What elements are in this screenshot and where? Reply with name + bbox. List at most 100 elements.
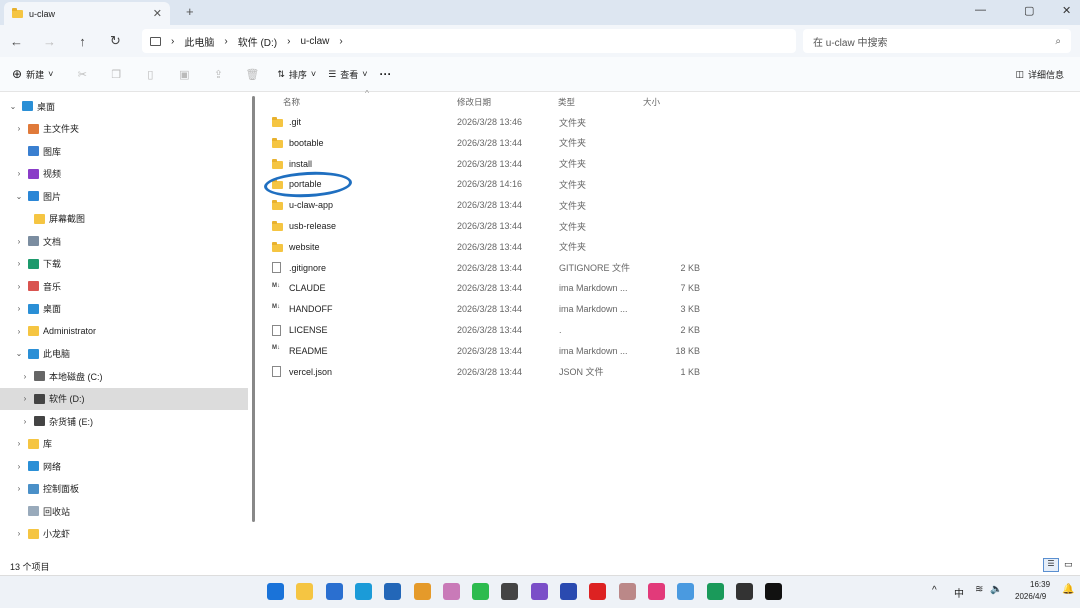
chevron-icon[interactable]: ›	[14, 282, 24, 291]
copy-icon[interactable]: ❐	[99, 68, 133, 81]
file-row[interactable]: bootable 2026/3/28 13:44 文件夹	[272, 133, 702, 153]
delete-icon[interactable]: 🗑	[235, 68, 269, 81]
taskbar-wechat-icon[interactable]	[472, 583, 490, 600]
chevron-icon[interactable]: ›	[14, 304, 24, 313]
taskbar-store-icon[interactable]	[384, 583, 402, 600]
up-button[interactable]: ↑	[66, 34, 99, 49]
chevron-icon[interactable]: ›	[14, 484, 24, 493]
sidebar-item[interactable]: › Administrator	[0, 320, 248, 342]
file-row[interactable]: M↓ HANDOFF 2026/3/28 13:44 ima Markdown ...…	[272, 299, 702, 319]
details-view-icon[interactable]: ☰	[1043, 558, 1059, 572]
file-row[interactable]: LICENSE 2026/3/28 13:44. 2 KB	[272, 320, 702, 340]
search-input[interactable]: 在 u-claw 中搜索 ⌕	[803, 29, 1071, 53]
sidebar-item[interactable]: › 音乐	[0, 275, 248, 297]
file-row[interactable]: u-claw-app 2026/3/28 13:44 文件夹	[272, 195, 702, 215]
taskbar-record-icon[interactable]	[589, 583, 607, 600]
chevron-icon[interactable]: ›	[14, 169, 24, 178]
breadcrumb-item[interactable]: 软件 (D:)	[238, 34, 277, 49]
sidebar-item[interactable]: › 桌面	[0, 298, 248, 320]
chevron-icon[interactable]: ›	[20, 417, 30, 426]
sidebar-item[interactable]: 图库	[0, 140, 248, 162]
breadcrumb-item[interactable]: u-claw	[300, 36, 329, 47]
chevron-icon[interactable]: ⌄	[8, 102, 18, 111]
chevron-icon[interactable]: ⌄	[14, 192, 24, 201]
file-row[interactable]: .git 2026/3/28 13:46 文件夹	[272, 112, 702, 132]
tab-u-claw[interactable]: u-claw ✕	[4, 2, 170, 25]
more-button[interactable]: ···	[380, 67, 392, 81]
forward-button[interactable]: →	[33, 34, 66, 49]
chevron-icon[interactable]: ⌄	[14, 349, 24, 358]
sidebar-scrollbar[interactable]	[252, 96, 255, 522]
column-type[interactable]: 类型	[558, 96, 575, 108]
chevron-icon[interactable]: ›	[14, 439, 24, 448]
sidebar-item[interactable]: › 库	[0, 433, 248, 455]
taskbar-edge-icon[interactable]	[354, 583, 372, 600]
chevron-icon[interactable]: ›	[14, 259, 24, 268]
chevron-icon[interactable]: ›	[14, 462, 24, 471]
column-date[interactable]: 修改日期	[457, 96, 491, 108]
sidebar-item[interactable]: › 控制面板	[0, 478, 248, 500]
sidebar-item[interactable]: › 网络	[0, 455, 248, 477]
taskbar-capcut-icon[interactable]	[765, 583, 783, 600]
view-button[interactable]: ☰ 查看 ˅	[328, 68, 367, 81]
taskbar-outlook-icon[interactable]	[325, 583, 343, 600]
chevron-icon[interactable]: ›	[14, 529, 24, 538]
sidebar-item[interactable]: 回收站	[0, 500, 248, 522]
rename-icon[interactable]: ▣	[167, 68, 201, 81]
file-row[interactable]: vercel.json 2026/3/28 13:44 JSON 文件 1 KB	[272, 362, 702, 382]
tiles-view-icon[interactable]: ▭	[1064, 559, 1073, 570]
clock-date[interactable]: 2026/4/9	[1015, 592, 1046, 601]
taskbar-avatar-app-icon[interactable]	[618, 583, 636, 600]
file-row[interactable]: usb-release 2026/3/28 13:44 文件夹	[272, 216, 702, 236]
sidebar-item[interactable]: › 杂货铺 (E:)	[0, 410, 248, 432]
chevron-icon[interactable]: ›	[14, 124, 24, 133]
sidebar-item[interactable]: › 文档	[0, 230, 248, 252]
share-icon[interactable]: ⇪	[201, 68, 235, 81]
column-name[interactable]: 名称	[283, 96, 300, 108]
close-tab-icon[interactable]: ✕	[153, 7, 162, 20]
address-bar[interactable]: › 此电脑 › 软件 (D:) › u-claw ›	[142, 29, 796, 53]
back-button[interactable]: ←	[0, 34, 33, 49]
sidebar-item[interactable]: ⌄ 此电脑	[0, 343, 248, 365]
chevron-icon[interactable]: ›	[14, 237, 24, 246]
chevron-icon[interactable]: ›	[20, 394, 30, 403]
sidebar-item[interactable]: › 下载	[0, 253, 248, 275]
show-hidden-icons[interactable]: ^	[932, 585, 937, 596]
taskbar-snipping-icon[interactable]	[442, 583, 460, 600]
sidebar-item[interactable]: › 主文件夹	[0, 118, 248, 140]
taskbar-photoshop-icon[interactable]	[560, 583, 577, 600]
clock-time[interactable]: 16:39	[1030, 580, 1050, 589]
paste-icon[interactable]: ▯	[133, 68, 167, 81]
details-button[interactable]: ◫ 详细信息	[1015, 68, 1064, 81]
file-row[interactable]: M↓ README 2026/3/28 13:44 ima Markdown ... 1…	[272, 341, 702, 361]
file-row[interactable]: M↓ CLAUDE 2026/3/28 13:44 ima Markdown ... 7…	[272, 278, 702, 298]
sort-button[interactable]: ⇅ 排序 ˅	[277, 68, 316, 81]
taskbar-wps-sheet-icon[interactable]	[706, 583, 724, 600]
volume-icon[interactable]: 🔈	[990, 584, 1002, 595]
sidebar-item[interactable]: › 小龙虾	[0, 523, 248, 545]
sidebar-item[interactable]: › 视频	[0, 163, 248, 185]
notification-icon[interactable]: 🔔	[1062, 584, 1074, 595]
new-tab-button[interactable]: +	[186, 4, 194, 19]
taskbar-baidu-pan-icon[interactable]	[677, 583, 695, 600]
taskbar-file-explorer-icon[interactable]	[296, 583, 314, 600]
chevron-icon[interactable]: ›	[20, 372, 30, 381]
file-row[interactable]: install 2026/3/28 13:44 文件夹	[272, 154, 702, 174]
new-button[interactable]: ⊕ 新建 ˅	[12, 67, 53, 81]
minimize-button[interactable]: —	[975, 4, 986, 16]
refresh-button[interactable]: ↻	[99, 33, 132, 49]
taskbar-vmware-icon[interactable]	[413, 583, 431, 600]
cut-icon[interactable]: ✂	[65, 68, 99, 81]
file-row[interactable]: website 2026/3/28 13:44 文件夹	[272, 237, 702, 257]
taskbar-pink-app-icon[interactable]	[647, 583, 665, 600]
ime-indicator[interactable]: 中	[954, 585, 964, 600]
breadcrumb-item[interactable]: 此电脑	[184, 34, 214, 49]
taskbar-panda-icon[interactable]	[501, 583, 519, 600]
sidebar-item[interactable]: ⌄ 桌面	[0, 95, 248, 117]
sidebar-item[interactable]: › 软件 (D:)	[0, 387, 248, 410]
taskbar-visual-studio-icon[interactable]	[530, 583, 548, 600]
column-size[interactable]: 大小	[643, 96, 660, 108]
close-window-button[interactable]: ✕	[1062, 4, 1071, 17]
maximize-button[interactable]: ▢	[1024, 4, 1034, 17]
file-row[interactable]: .gitignore 2026/3/28 13:44 GITIGNORE 文件 2 K…	[272, 258, 702, 278]
